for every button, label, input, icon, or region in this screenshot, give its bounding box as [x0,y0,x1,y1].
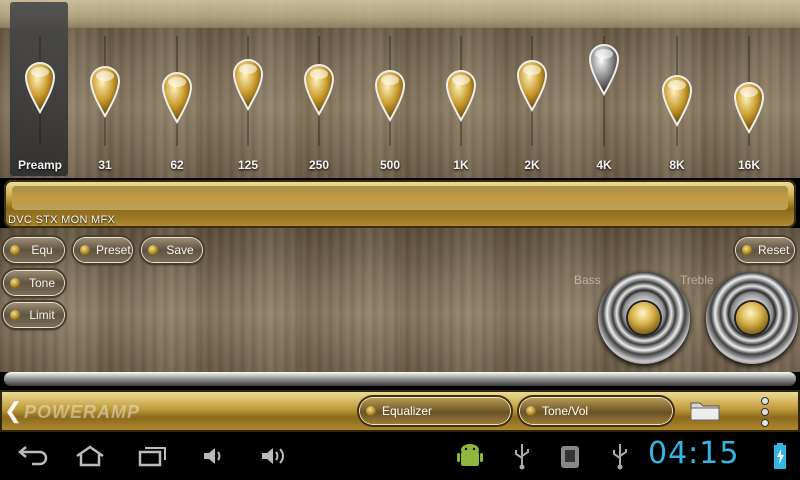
tone-button-label: Tone [28,276,56,290]
led-icon [10,245,20,255]
overflow-menu-icon[interactable] [758,396,772,428]
eq-band-label: 62 [170,158,184,172]
usb-icon [515,444,529,470]
eq-band-label: 16K [737,158,760,172]
led-icon [10,310,20,320]
eq-band-label: 31 [98,158,112,172]
visualizer-band [4,180,796,228]
status-clock: 04:15 [648,436,740,471]
folder-icon[interactable] [690,399,720,421]
eq-slider-8k[interactable]: 8K [647,0,707,178]
eq-band-label: 500 [379,158,401,172]
back-arrow-icon[interactable] [14,440,50,472]
eq-slider-1k[interactable]: 1K [431,0,491,178]
led-icon [526,406,536,416]
reset-button-label: Reset [758,243,790,257]
volume-down-icon[interactable] [196,440,232,472]
volume-up-icon[interactable] [256,440,292,472]
tone-button[interactable]: Tone [4,271,64,295]
eq-slider-preamp[interactable]: Preamp [10,0,70,178]
eq-slider-500[interactable]: 500 [360,0,420,178]
eq-band-label: 125 [237,158,259,172]
save-button[interactable]: Save [142,238,202,262]
tab-equalizer-label: Equalizer [382,404,433,418]
poweramp-logo: POWERAMP [24,402,140,422]
recent-apps-icon[interactable] [134,440,170,472]
eq-slider-knob[interactable] [374,68,406,122]
equ-button-label: Equ [31,243,53,257]
treble-label: Treble [680,273,714,287]
led-icon [366,406,376,416]
battery-charging-icon [774,443,786,469]
treble-knob[interactable] [706,272,798,364]
tab-tone-vol[interactable]: Tone/Vol [520,398,672,424]
eq-slider-knob[interactable] [232,57,264,111]
usb-icon [613,444,627,470]
eq-slider-knob[interactable] [161,70,193,124]
led-icon [80,245,90,255]
eq-slider-4k[interactable]: 4K [574,0,634,178]
equ-button[interactable]: Equ [4,238,64,262]
chevron-left-icon[interactable]: ❮ [4,399,22,423]
tab-equalizer[interactable]: Equalizer [360,398,510,424]
eq-slider-250[interactable]: 250 [289,0,349,178]
chrome-divider [4,372,796,386]
eq-slider-16k[interactable]: 16K [719,0,779,178]
bass-label: Bass [574,273,601,287]
preset-button[interactable]: Preset [74,238,132,262]
preset-button-label: Preset [96,243,131,257]
eq-band-label: 250 [308,158,330,172]
eq-slider-31[interactable]: 31 [75,0,135,178]
led-icon [10,278,20,288]
limit-button[interactable]: Limit [4,303,64,327]
eq-band-label: 2K [524,158,540,172]
android-icon [457,444,483,466]
bass-knob-cap [628,302,660,334]
led-icon [742,245,752,255]
treble-knob-cap [736,302,768,334]
bass-knob[interactable] [598,272,690,364]
eq-slider-62[interactable]: 62 [147,0,207,178]
eq-slider-knob[interactable] [24,60,56,114]
eq-slider-125[interactable]: 125 [218,0,278,178]
reset-button[interactable]: Reset [736,238,794,262]
eq-slider-knob[interactable] [445,68,477,122]
eq-band-label: 1K [453,158,469,172]
eq-slider-knob[interactable] [516,58,548,112]
home-icon[interactable] [72,440,108,472]
eq-slider-knob[interactable] [303,62,335,116]
eq-slider-knob[interactable] [661,73,693,127]
tab-tone-vol-label: Tone/Vol [542,404,589,418]
eq-band-label: 8K [669,158,685,172]
eq-slider-knob[interactable] [89,64,121,118]
eq-slider-2k[interactable]: 2K [502,0,562,178]
eq-band-label: Preamp [17,158,63,172]
led-icon [148,245,158,255]
usb-debugging-icon [561,446,579,468]
mode-label: DVC STX MON MFX [8,214,116,226]
eq-slider-knob[interactable] [733,80,765,134]
eq-band-label: 4K [596,158,612,172]
limit-button-label: Limit [29,308,55,322]
eq-slider-knob[interactable] [588,42,620,96]
save-button-label: Save [166,243,194,257]
visualizer-wave [12,186,788,210]
